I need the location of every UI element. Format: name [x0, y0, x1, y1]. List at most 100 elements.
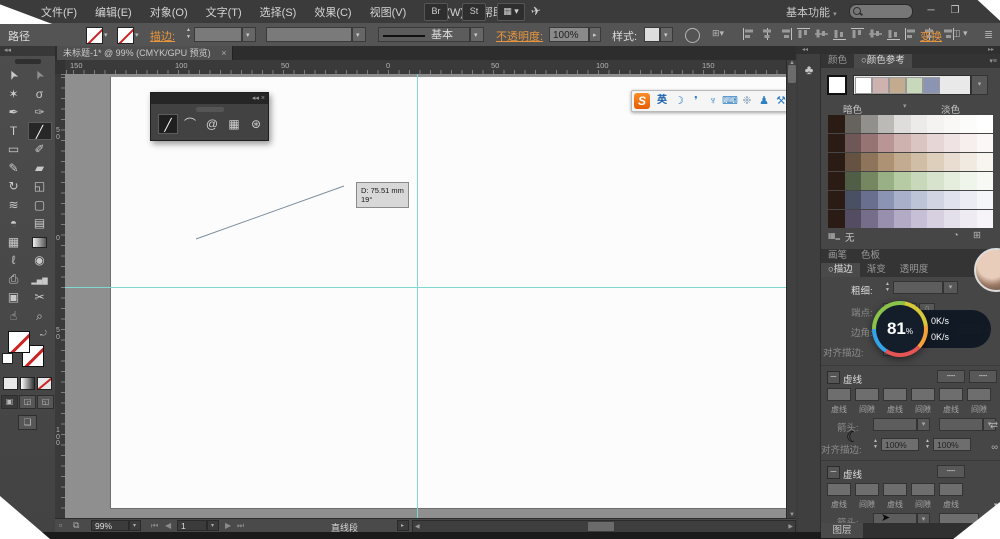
- zoom-tool[interactable]: ⌕: [28, 307, 52, 326]
- prev-artboard-icon[interactable]: ◀: [165, 521, 171, 530]
- variation-swatch[interactable]: [828, 191, 845, 209]
- paintbrush-tool[interactable]: ✐: [28, 140, 52, 159]
- panel-menu-icon[interactable]: ≣: [984, 28, 993, 41]
- draw-behind-button[interactable]: ◲: [19, 395, 36, 409]
- variation-swatch[interactable]: [861, 115, 878, 133]
- dash-field[interactable]: [967, 388, 991, 401]
- dash-field[interactable]: [827, 483, 851, 496]
- variation-swatch[interactable]: [944, 172, 961, 190]
- stroke-weight-label[interactable]: 描边:: [150, 28, 175, 44]
- screen-mode-button[interactable]: ❏: [18, 415, 37, 430]
- variation-swatch[interactable]: [927, 210, 944, 228]
- rotate-tool[interactable]: ↻: [2, 177, 26, 196]
- variation-swatch[interactable]: [911, 153, 928, 171]
- polar-grid-tool[interactable]: ⊛: [246, 114, 266, 134]
- variation-swatch[interactable]: [828, 153, 845, 171]
- variation-swatch[interactable]: [977, 134, 994, 152]
- toolbox-wrench-icon[interactable]: ⚒: [773, 93, 786, 109]
- menu-t[interactable]: 文字(T): [197, 0, 251, 24]
- menu-v[interactable]: 视图(V): [361, 0, 416, 24]
- variation-swatch[interactable]: [845, 172, 862, 190]
- save-to-swatches-icon[interactable]: ⊞: [973, 230, 981, 241]
- arrow-scale-field[interactable]: 100%: [933, 438, 971, 451]
- none-button[interactable]: [37, 377, 52, 390]
- rectangle-tool[interactable]: ▭: [2, 140, 26, 159]
- variation-swatch[interactable]: [944, 134, 961, 152]
- align-h-center-button[interactable]: [761, 28, 774, 40]
- menu-c[interactable]: 效果(C): [305, 0, 360, 24]
- type-tool[interactable]: T: [2, 122, 26, 141]
- fill-proxy-swatch[interactable]: [8, 331, 30, 353]
- fill-color-swatch[interactable]: [86, 27, 103, 44]
- opacity-field[interactable]: 100%: [549, 27, 589, 42]
- variation-swatch[interactable]: [911, 172, 928, 190]
- arrow-start-dropdown[interactable]: [873, 418, 917, 431]
- dash-preserve-button[interactable]: ╍╍: [937, 465, 965, 478]
- variation-swatch[interactable]: [944, 210, 961, 228]
- variation-swatch[interactable]: [878, 191, 895, 209]
- artboard-tool[interactable]: ▣: [2, 288, 26, 307]
- tab-颜色参考[interactable]: ○颜色参考: [854, 54, 912, 68]
- workspace-switcher[interactable]: 基本功能 ▾: [786, 4, 837, 20]
- line-segment-tool[interactable]: ╱: [28, 122, 52, 141]
- last-artboard-icon[interactable]: ⏭: [237, 521, 244, 531]
- swap-colors-icon[interactable]: ⤾: [40, 329, 47, 339]
- transform-label[interactable]: 变换: [920, 28, 942, 44]
- dash-field[interactable]: [883, 388, 907, 401]
- punct-icon[interactable]: ❜: [688, 93, 704, 109]
- menu-o[interactable]: 对象(O): [141, 0, 197, 24]
- mesh-tool[interactable]: ▦: [2, 233, 26, 252]
- selection-tool[interactable]: ➤: [2, 66, 26, 85]
- minimize-button[interactable]: ─: [922, 3, 940, 18]
- variation-swatch[interactable]: [894, 115, 911, 133]
- opacity-label[interactable]: 不透明度:: [496, 28, 543, 44]
- width-tool[interactable]: ≋: [2, 196, 26, 215]
- memory-gauge[interactable]: 81%: [872, 301, 928, 357]
- stroke-weight-stepper[interactable]: ▲▼: [184, 27, 193, 42]
- palette-collapse-icon[interactable]: ◂◂: [252, 95, 259, 102]
- dash-field[interactable]: [883, 483, 907, 496]
- dash-field[interactable]: [939, 388, 963, 401]
- harmony-swatch[interactable]: [855, 77, 872, 94]
- dock-collapse-left-icon[interactable]: ◂◂: [796, 46, 808, 54]
- variation-swatch[interactable]: [828, 134, 845, 152]
- sogou-logo-icon[interactable]: S: [634, 93, 650, 109]
- weight-dd-icon[interactable]: ▾: [943, 281, 958, 294]
- curvature-tool[interactable]: ✑: [28, 103, 52, 122]
- tab-透明度[interactable]: 透明度: [893, 263, 936, 277]
- shape-props-icon[interactable]: ◫ ▾: [952, 28, 968, 39]
- variation-swatch[interactable]: [845, 134, 862, 152]
- gradient-button[interactable]: [20, 377, 35, 390]
- harmony-swatch[interactable]: [906, 77, 923, 94]
- variation-swatch[interactable]: [960, 210, 977, 228]
- dash-field[interactable]: [855, 388, 879, 401]
- tab-渐变[interactable]: 渐变: [860, 263, 893, 277]
- color-button[interactable]: [3, 377, 18, 390]
- weight-field[interactable]: [893, 281, 943, 294]
- zoom-dd-icon[interactable]: ▾: [129, 520, 141, 531]
- arrow-scale-field[interactable]: 100%: [881, 438, 919, 451]
- stroke-color-swatch[interactable]: [117, 27, 134, 44]
- style-dd[interactable]: ▾: [660, 27, 673, 42]
- lasso-tool[interactable]: σ: [28, 85, 52, 104]
- artboard-number-field[interactable]: 1: [177, 520, 207, 531]
- close-tab-icon[interactable]: ×: [221, 48, 226, 58]
- spiral-tool[interactable]: @: [202, 114, 222, 134]
- scale-stepper[interactable]: ▲▼: [871, 438, 880, 451]
- draw-normal-button[interactable]: ▣: [1, 395, 18, 409]
- tab-描边[interactable]: ○描边: [821, 263, 860, 277]
- eraser-tool[interactable]: ▰: [28, 159, 52, 178]
- horizontal-guide[interactable]: [65, 287, 786, 288]
- variation-swatch[interactable]: [845, 153, 862, 171]
- stroke-weight-field[interactable]: [194, 27, 242, 42]
- dashed-line-checkbox[interactable]: ─: [827, 371, 840, 384]
- magic-wand-tool[interactable]: ✶: [2, 85, 26, 104]
- edit-colors-icon[interactable]: ◔: [953, 230, 959, 241]
- variation-swatch[interactable]: [977, 191, 994, 209]
- vertical-scroll-thumb[interactable]: [788, 65, 796, 83]
- variation-swatch[interactable]: [977, 153, 994, 171]
- perspective-grid-tool[interactable]: ▤: [28, 214, 52, 233]
- variation-swatch[interactable]: [911, 191, 928, 209]
- variation-swatch[interactable]: [977, 210, 994, 228]
- align-to-icon[interactable]: ⊞▾: [712, 28, 724, 39]
